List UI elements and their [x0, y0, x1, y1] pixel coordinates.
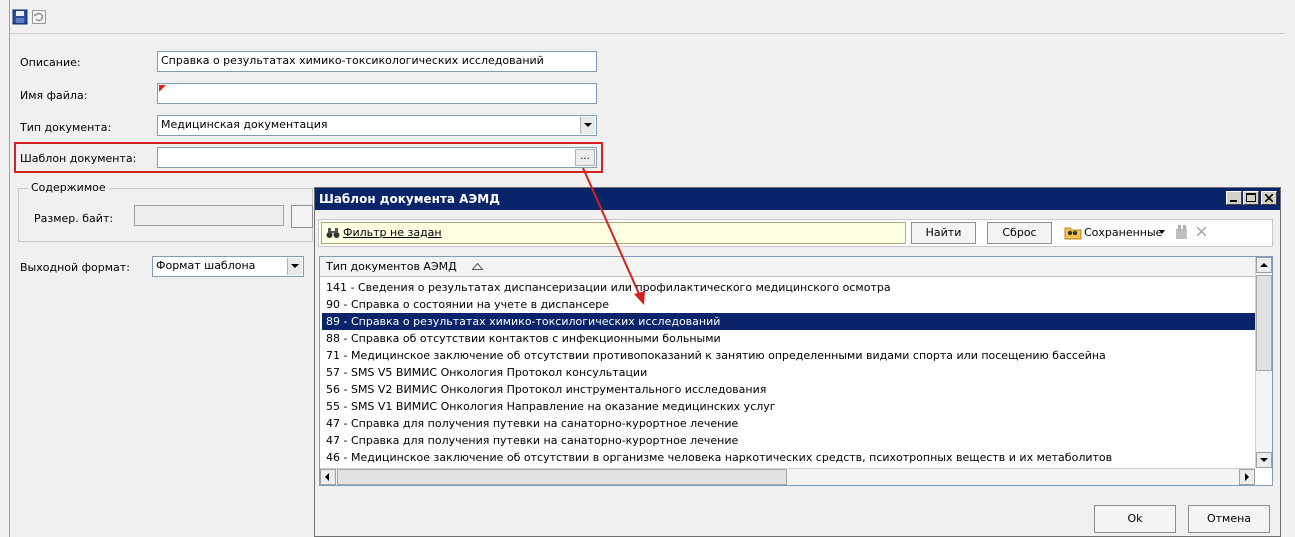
save-icon[interactable]: [12, 9, 28, 25]
cancel-button[interactable]: Отмена: [1188, 505, 1270, 533]
size-label: Размер. байт:: [34, 212, 114, 225]
list-item[interactable]: 47 - Справка для получения путевки на са…: [322, 432, 1257, 449]
template-browse-button[interactable]: ...: [575, 149, 595, 166]
filename-label: Имя файла:: [20, 89, 88, 102]
horizontal-scrollbar[interactable]: [320, 468, 1255, 485]
list-item[interactable]: 56 - SMS V2 ВИМИС Онкология Протокол инс…: [322, 381, 1257, 398]
output-format-label: Выходной формат:: [20, 261, 130, 274]
filter-save-icon[interactable]: [1174, 224, 1190, 240]
vertical-scroll-thumb[interactable]: [1256, 275, 1272, 371]
maximize-icon[interactable]: [1243, 191, 1259, 205]
doctype-label: Тип документа:: [20, 121, 112, 134]
list-item[interactable]: 57 - SMS V5 ВИМИС Онкология Протокол кон…: [322, 364, 1257, 381]
required-marker-icon: [159, 85, 166, 92]
filter-link[interactable]: Фильтр не задан: [343, 226, 442, 239]
template-input[interactable]: ...: [157, 147, 597, 168]
template-label: Шаблон документа:: [20, 152, 137, 165]
list-item-selected[interactable]: 89 - Справка о результатах химико-токсил…: [322, 313, 1257, 330]
template-dialog: Шаблон документа АЭМД Фильтр не задан На…: [314, 187, 1281, 537]
close-icon[interactable]: [1261, 191, 1277, 205]
sort-ascending-icon: [472, 263, 483, 270]
vertical-scrollbar[interactable]: [1255, 257, 1272, 468]
list-item[interactable]: 47 - Справка для получения путевки на са…: [322, 415, 1257, 432]
scroll-up-icon[interactable]: [1256, 257, 1272, 273]
doctype-select[interactable]: Медицинская документация: [157, 115, 597, 136]
list-item[interactable]: 71 - Медицинское заключение об отсутстви…: [322, 347, 1257, 364]
output-format-select[interactable]: Формат шаблона: [152, 256, 304, 277]
scroll-right-icon[interactable]: [1239, 469, 1255, 485]
description-input[interactable]: Справка о результатах химико-токсикологи…: [157, 51, 597, 72]
template-grid: Тип документов АЭМД 141 - Сведения о рез…: [319, 256, 1273, 486]
minimize-icon[interactable]: [1226, 191, 1242, 205]
list-item[interactable]: 46 - Медицинское заключение об отсутстви…: [322, 449, 1257, 466]
saved-folder-icon: [1064, 227, 1082, 240]
output-format-value: Формат шаблона: [156, 259, 256, 272]
saved-button[interactable]: Сохраненные: [1084, 226, 1162, 239]
content-group-title: Содержимое: [28, 181, 109, 194]
size-input: [134, 205, 284, 226]
list-item[interactable]: 141 - Сведения о результатах диспансериз…: [322, 279, 1257, 296]
chevron-down-icon[interactable]: [287, 258, 302, 275]
dialog-title-bar: Шаблон документа АЭМД: [315, 188, 1280, 210]
filter-info[interactable]: Фильтр не задан: [321, 222, 906, 244]
find-button[interactable]: Найти: [911, 222, 976, 244]
filter-bar: Фильтр не задан Найти Сброс Сохраненные: [318, 219, 1273, 247]
grid-column-header[interactable]: Тип документов АЭМД: [320, 257, 1257, 277]
binoculars-icon: [326, 228, 340, 238]
list-item[interactable]: 55 - SMS V1 ВИМИС Онкология Направление …: [322, 398, 1257, 415]
list-item[interactable]: 90 - Справка о состоянии на учете в дисп…: [322, 296, 1257, 313]
refresh-icon[interactable]: [31, 9, 47, 25]
column-header-label: Тип документов АЭМД: [326, 260, 457, 273]
list-item[interactable]: 88 - Справка об отсутствии контактов с и…: [322, 330, 1257, 347]
toolbar-separator: [10, 33, 1285, 34]
description-value: Справка о результатах химико-токсикологи…: [161, 54, 544, 67]
chevron-down-icon[interactable]: [580, 117, 595, 134]
delete-icon[interactable]: [1197, 227, 1206, 236]
left-border: [9, 0, 10, 537]
reset-button[interactable]: Сброс: [987, 222, 1052, 244]
ok-button[interactable]: Ok: [1094, 505, 1176, 533]
dialog-title: Шаблон документа АЭМД: [319, 192, 500, 206]
filename-input[interactable]: [157, 83, 597, 104]
horizontal-scroll-thumb[interactable]: [337, 469, 787, 485]
content-load-button[interactable]: [291, 205, 313, 228]
chevron-down-icon[interactable]: [1159, 230, 1166, 235]
description-label: Описание:: [20, 56, 81, 69]
scroll-left-icon[interactable]: [320, 469, 336, 485]
doctype-value: Медицинская документация: [161, 118, 328, 131]
scroll-down-icon[interactable]: [1256, 452, 1272, 468]
